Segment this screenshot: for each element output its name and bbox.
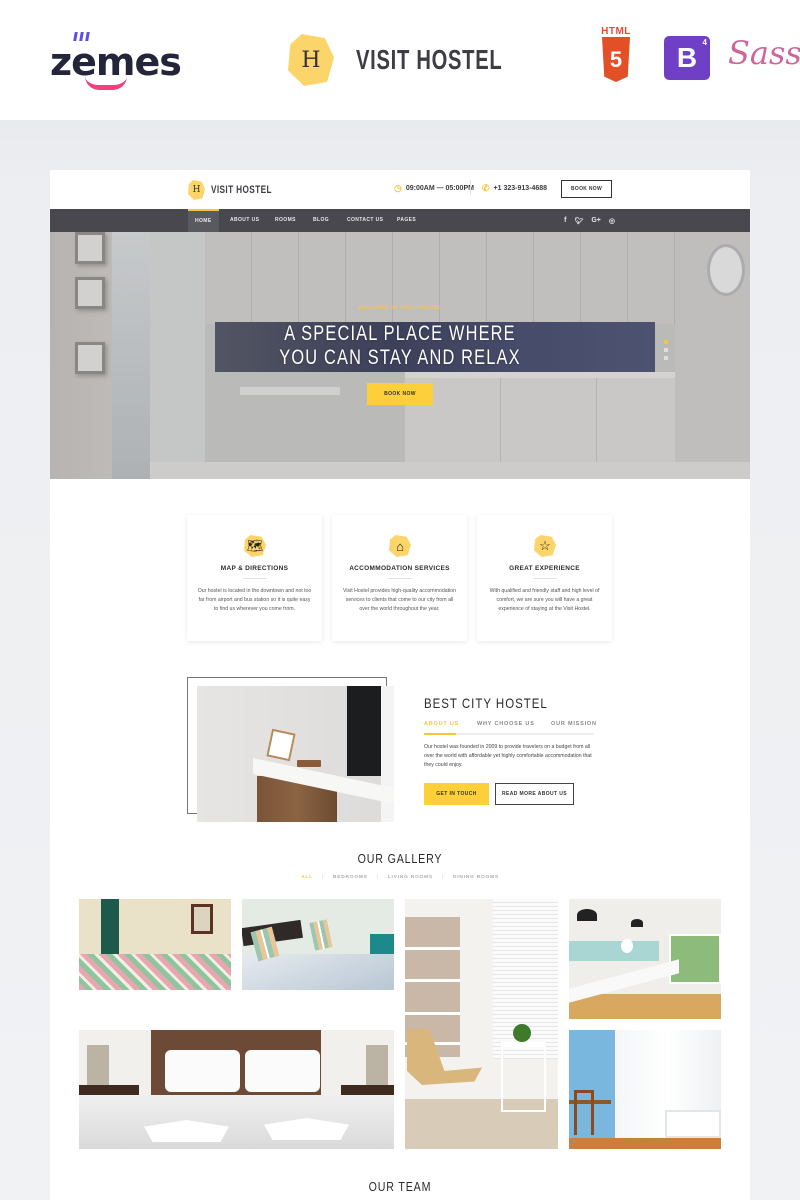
team-title: OUR TEAM [368,1179,432,1194]
clock-icon: ◷ [394,183,402,193]
main-navigation: HOME ABOUT US ROOMS BLOG CONTACT US PAGE… [50,209,750,232]
tab-our-mission[interactable]: OUR MISSION [551,721,597,727]
feature-divider [388,578,412,579]
hero-title: A SPECIAL PLACE WHERE YOU CAN STAY AND R… [127,322,673,370]
slider-pagination [664,340,668,360]
zemes-logo-dots [73,28,94,41]
feature-title: GREAT EXPERIENCE [509,565,580,572]
features-section: 🗺︎ MAP & DIRECTIONS Our hostel is locate… [187,515,612,641]
feature-text: Our hostel is located in the downtown an… [197,588,312,612]
feature-card-accommodation: ⌂ ACCOMMODATION SERVICES Visit Hostel pr… [332,515,467,641]
product-logo: H VISIT HOSTEL [288,34,559,86]
about-image-reception [197,686,394,822]
nav-item-contact-us[interactable]: CONTACT US [340,209,390,232]
feature-card-map: 🗺︎ MAP & DIRECTIONS Our hostel is locate… [187,515,322,641]
template-banner: zemes H VISIT HOSTEL HTML 5 B 4 Sass [0,0,800,120]
product-name: VISIT HOSTEL [356,44,503,75]
feature-title: MAP & DIRECTIONS [220,565,289,572]
nav-item-blog[interactable]: BLOG [306,209,336,232]
feature-text: Visit Hostel provides high-quality accom… [343,588,456,612]
header-book-now-button[interactable]: BOOK NOW [561,180,612,198]
feature-card-experience: ☆ GREAT EXPERIENCE With qualified and fr… [477,515,612,641]
slider-dot-2[interactable] [664,348,668,352]
site-logo[interactable]: H VISIT HOSTEL [188,180,292,200]
instagram-icon[interactable]: ◎ [609,217,615,225]
twitter-icon[interactable]: 🐦︎ [574,217,583,225]
phone-text: +1 323-913-4688 [493,185,548,192]
slider-dot-1[interactable] [664,340,668,344]
nav-item-rooms[interactable]: ROOMS [268,209,303,232]
nav-item-home[interactable]: HOME [188,209,219,232]
phone-icon: ✆ [482,183,490,193]
map-icon: 🗺︎ [244,535,266,557]
filter-bedrooms[interactable]: BEDROOMS [333,875,368,880]
hostel-logo-icon: H [188,180,205,200]
hero-title-line1: A SPECIAL PLACE WHERE [284,322,516,345]
filter-dining-rooms[interactable]: DINING ROOMS [453,875,499,880]
gallery-image-living-room-chair[interactable] [405,899,558,1149]
active-tab-underline [424,733,456,735]
feature-title: ACCOMMODATION SERVICES [349,565,450,572]
gallery-image-twin-bedroom[interactable] [79,899,231,990]
nav-item-pages[interactable]: PAGES [390,209,423,232]
about-title: BEST CITY HOSTEL [424,695,548,711]
website-preview: H VISIT HOSTEL ◷ 09:00AM — 05:00PM ✆ +1 … [50,170,750,1200]
hostel-logo-icon: H [288,34,334,86]
nav-item-about-us[interactable]: ABOUT US [223,209,266,232]
site-name: VISIT HOSTEL [211,184,272,196]
sass-icon: Sass [728,34,800,72]
bootstrap-icon: B 4 [664,36,710,80]
about-text: Our hostel was founded in 2009 to provid… [424,744,592,768]
filter-all[interactable]: ALL [301,875,313,880]
read-more-button[interactable]: READ MORE ABOUT US [495,783,574,805]
feature-divider [533,578,557,579]
gallery-image-kitchen[interactable] [569,899,721,1019]
filter-living-rooms[interactable]: LIVING ROOMS [388,875,433,880]
gallery-title: OUR GALLERY [357,851,443,866]
gallery-filters: ALL | BEDROOMS | LIVING ROOMS | DINING ROOMS [301,875,499,880]
about-tabs: ABOUT US WHY CHOOSE US OUR MISSION [424,719,597,735]
tab-why-choose-us[interactable]: WHY CHOOSE US [477,721,535,727]
slider-dot-3[interactable] [664,356,668,360]
feature-divider [243,578,267,579]
zemes-logo-smile [85,76,127,90]
phone-number[interactable]: ✆ +1 323-913-4688 [482,183,547,194]
home-icon: ⌂ [389,535,411,557]
social-links: f 🐦︎ G+ ◎ [564,209,615,232]
hero-title-line2: YOU CAN STAY AND RELAX [279,346,521,369]
header-divider [470,180,471,195]
hours-text: 09:00AM — 05:00PM [405,185,474,192]
hero-welcome-text: WELCOME TO VISIT HOSTEL [358,305,442,311]
hero-slider: WELCOME TO VISIT HOSTEL A SPECIAL PLACE … [50,232,750,479]
gallery-image-bright-room[interactable] [569,1030,721,1149]
hero-book-now-button[interactable]: BOOK NOW [367,383,433,405]
google-plus-icon[interactable]: G+ [591,217,601,224]
get-in-touch-button[interactable]: GET IN TOUCH [424,783,489,805]
opening-hours: ◷ 09:00AM — 05:00PM [394,183,474,194]
zemes-logo: zemes [50,28,200,90]
feature-text: With qualified and friendly staff and hi… [489,588,600,612]
html5-icon: HTML 5 [596,24,636,84]
tab-about-us[interactable]: ABOUT US [424,721,459,727]
facebook-icon[interactable]: f [564,217,566,224]
gallery-image-double-bed-towels[interactable] [79,1030,394,1149]
star-icon: ☆ [534,535,556,557]
gallery-image-striped-pillows-bedroom[interactable] [242,899,394,990]
